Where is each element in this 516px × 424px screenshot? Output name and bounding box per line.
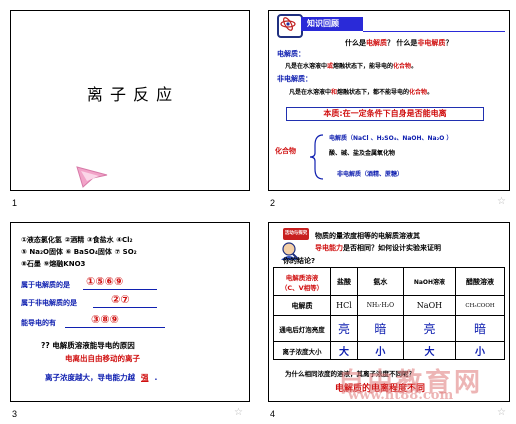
answer-nonelectrolyte: ②⑦ [111, 293, 130, 306]
conductivity-question: ?? 电解质溶液能导电的原因 [41, 341, 135, 350]
intro-highlight: 导电能力 [315, 244, 343, 252]
substance-list-line-3: ⑧石墨 ⑨熔融KNO3 [21, 260, 86, 268]
table-cell: HCl [330, 295, 358, 316]
pink-arrow-decoration-icon [76, 166, 108, 188]
def-compound: 化合物 [393, 63, 412, 70]
intro-line-1: 物质的量浓度相等的电解质溶液其 [315, 232, 420, 240]
table-cell: 暗 [356, 315, 404, 342]
conductivity-reason: 电离出自由移动的离子 [65, 354, 140, 363]
table-cell: 小 [455, 341, 505, 360]
branch-electrolyte-detail: 酸、碱、盐及金属氧化物 [329, 150, 396, 157]
experiment-table: 电解质溶液 （C、V相等） 盐酸 氨水 NaOH溶液 醋酸溶液 电解质 HCl … [273, 267, 505, 360]
section-header-rule [363, 31, 505, 32]
table-header-cell: NaOH溶液 [402, 267, 457, 296]
slide-4-transition-icon[interactable]: ☆ [497, 407, 506, 418]
table-cell: CH₃COOH [455, 295, 505, 316]
table-cell: NaOH [402, 295, 457, 316]
nonelectrolyte-label: 非电解质： [277, 75, 312, 83]
substance-list-line-1: ①液态氯化氢 ②酒精 ③食盐水 ④Cl₂ [21, 236, 133, 244]
branch-nonelectrolyte: 非电解质（酒精、蔗糖） [337, 171, 404, 178]
conductivity-conclusion: 离子浓度越大，导电能力越强. [45, 372, 157, 383]
slide-2-question: 什么是电解质？ 什么是非电解质？ [345, 38, 452, 48]
answer-conductive: ③⑧⑨ [91, 313, 119, 326]
slide-1-number: 1 [12, 198, 18, 208]
answer-underline [93, 307, 157, 308]
intro-line-3: 你的结论? [283, 257, 316, 265]
table-cell: 小 [356, 341, 404, 360]
q-text: ？ [445, 39, 453, 47]
slide-4-number: 4 [270, 409, 276, 419]
slide-2-transition-icon[interactable]: ☆ [497, 196, 506, 207]
intro-line-2: 导电能力是否相同？如何设计实验来证明 [315, 243, 441, 253]
table-row-label: 通电后灯泡亮度 [273, 315, 331, 342]
classification-brace [309, 134, 324, 180]
electrolyte-label: 电解质： [277, 50, 305, 58]
answer-electrolyte: ①⑤⑥⑨ [86, 275, 124, 288]
def-compound: 化合物 [409, 89, 428, 96]
conclusion-answer: 强 [141, 373, 149, 382]
answer-underline [65, 327, 165, 328]
section-header-label: 知识回顾 [307, 19, 339, 28]
slide-1-thumbnail[interactable]: 离 子 反 应 [10, 10, 250, 191]
table-header-cell: 醋酸溶液 [455, 267, 505, 296]
slide-1-title: 离 子 反 应 [86, 85, 174, 104]
q-text: 什么是 [345, 39, 366, 47]
answer-underline [83, 289, 157, 290]
table-cell: 大 [330, 341, 358, 360]
nonelectrolyte-definition: 凡是在水溶液中和熔融状态下，都不能导电的化合物。 [289, 87, 433, 96]
table-cell: 大 [402, 341, 457, 360]
conclusion-text: 离子浓度越大，导电能力越 [45, 373, 135, 382]
intro-text: 是否相同？如何设计实验来证明 [343, 244, 441, 252]
watermark-url: www.ht88.com [348, 388, 454, 403]
q-electrolyte: 电解质 [366, 39, 387, 47]
slide-2-number: 2 [270, 198, 276, 208]
essence-text: 本质:在一定条件下自身是否能电离 [323, 109, 447, 118]
q-nonelectrolyte: 非电解质 [417, 39, 446, 47]
slide-3-number: 3 [12, 409, 18, 419]
def-text: 熔融状态下，都不能导电的 [337, 89, 410, 96]
table-row-label: 电解质 [273, 295, 331, 316]
q-text: ？ 什么是 [387, 39, 418, 47]
table-cell: 亮 [330, 315, 358, 342]
table-cell: 亮 [402, 315, 457, 342]
table-header-cell: 盐酸 [330, 267, 358, 296]
table-header-cell: 电解质溶液 （C、V相等） [273, 267, 331, 296]
compound-label: 化合物 [275, 147, 296, 155]
def-text: 。 [411, 63, 418, 70]
table-cell: 暗 [455, 315, 505, 342]
slide-3-thumbnail[interactable]: ①液态氯化氢 ②酒精 ③食盐水 ④Cl₂ ⑤ Na₂O固体 ⑥ BaSO₄固体 … [10, 222, 250, 402]
atom-badge-icon [277, 14, 303, 38]
table-cell: NH₃·H₂O [356, 295, 404, 316]
slide-3-transition-icon[interactable]: ☆ [234, 407, 243, 418]
activity-badge-label: 活动与探究 [284, 231, 308, 236]
slide-2-thumbnail[interactable]: 知识回顾 什么是电解质？ 什么是非电解质？ 电解质： 凡是在水溶液中或熔融状态下… [268, 10, 510, 191]
def-text: 凡是在水溶液中 [289, 89, 332, 96]
question-conductive-label: 能导电的有 [21, 319, 56, 327]
table-row-label: 离子浓度大小 [273, 341, 331, 360]
def-text: 凡是在水溶液中 [285, 63, 328, 70]
electrolyte-definition: 凡是在水溶液中或熔融状态下，能导电的化合物。 [285, 61, 417, 70]
conclusion-end: . [154, 373, 158, 382]
substance-list-line-2: ⑤ Na₂O固体 ⑥ BaSO₄固体 ⑦ SO₂ [21, 248, 137, 256]
question-electrolyte-label: 属于电解质的是 [21, 281, 70, 289]
def-text: 熔融状态下，能导电的 [333, 63, 394, 70]
table-header-cell: 氨水 [356, 267, 404, 296]
def-text: 。 [427, 89, 434, 96]
branch-electrolyte: 电解质（NaCl 、H₂SO₄、NaOH、Na₂O ） [329, 135, 453, 142]
question-nonelectrolyte-label: 属于非电解质的是 [21, 299, 77, 307]
